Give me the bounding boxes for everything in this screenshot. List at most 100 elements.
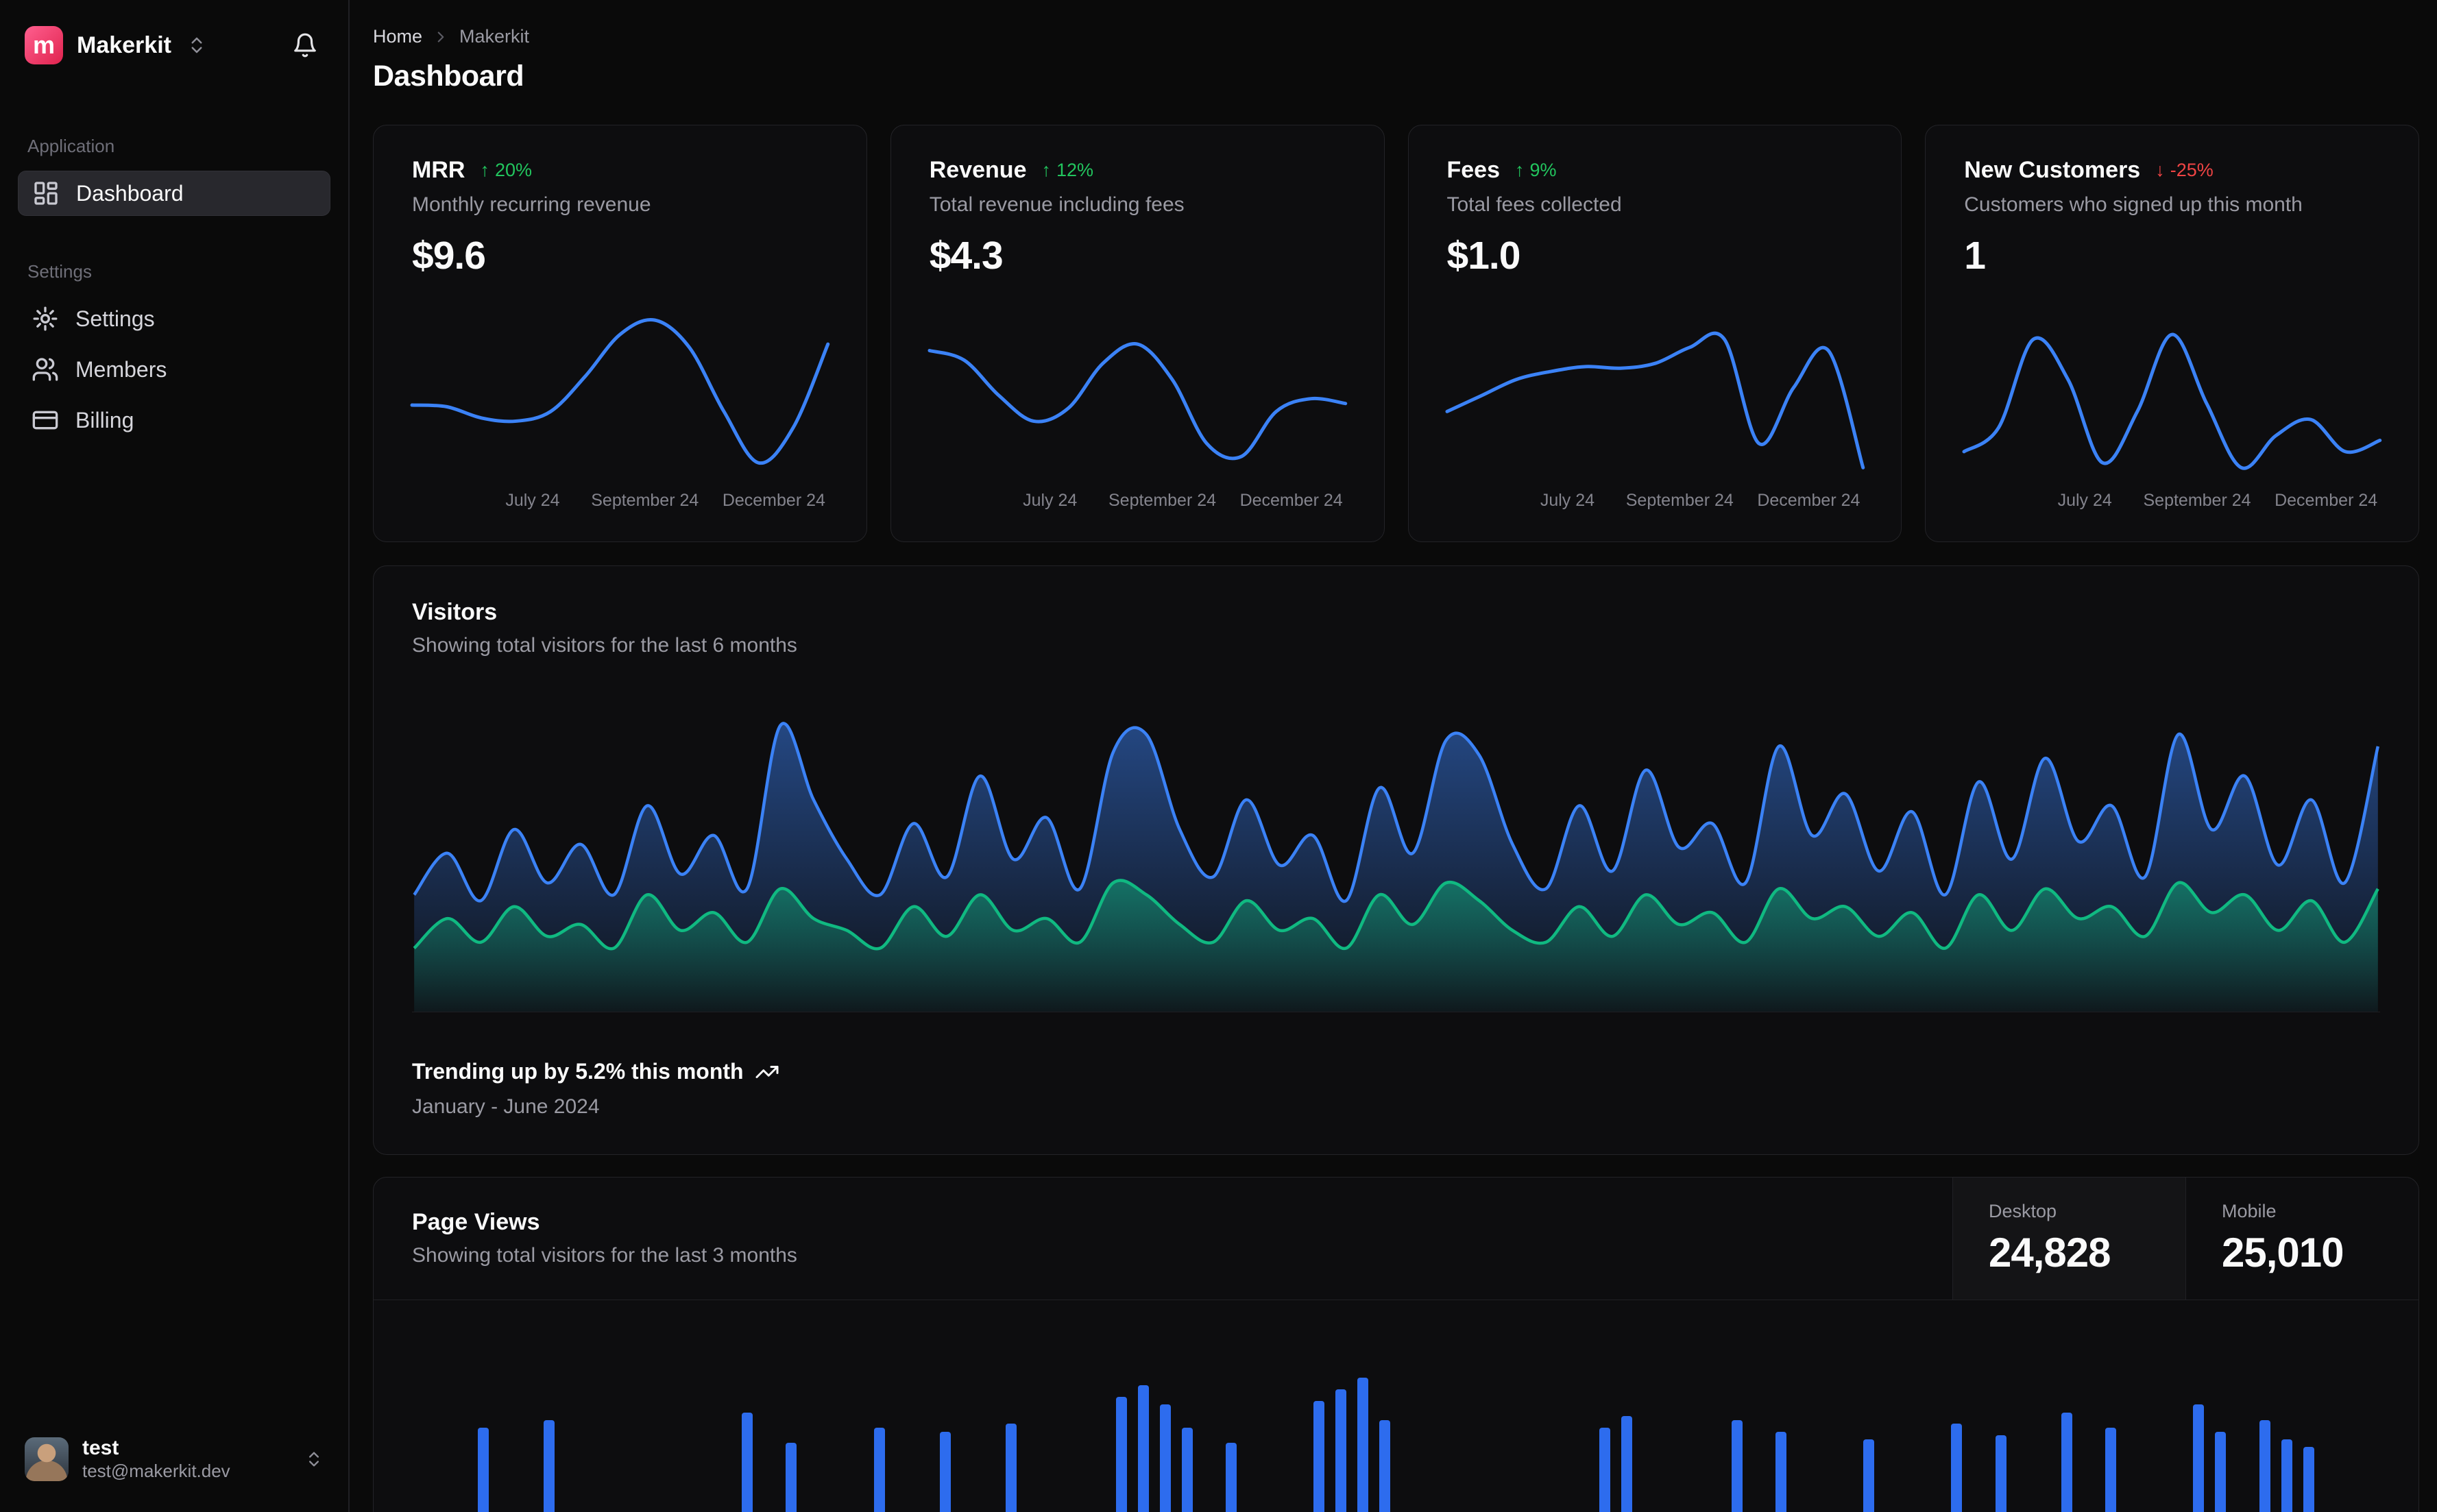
trend-up-icon: ↑: [480, 160, 489, 180]
visitors-footer: Trending up by 5.2% this month January -…: [412, 1059, 2380, 1119]
stat-card-mrr: MRR ↑ 20% Monthly recurring revenue $9.6…: [373, 125, 867, 542]
bar: [1379, 1419, 1391, 1512]
stat-value: $9.6: [412, 234, 486, 278]
sidebar-item-label: Settings: [75, 306, 155, 331]
sidebar-item-dashboard[interactable]: Dashboard: [18, 171, 330, 216]
trend-up-icon: ↑: [1041, 160, 1051, 180]
axis-tick: July 24: [505, 491, 560, 510]
breadcrumb-home-link[interactable]: Home: [373, 26, 422, 47]
main-content: Home Makerkit Dashboard MRR ↑ 20% Monthl…: [350, 0, 2437, 1512]
chevrons-up-down-icon: [186, 35, 207, 56]
trend-value: 12%: [1056, 160, 1094, 180]
workspace-selector[interactable]: m Makerkit: [18, 21, 330, 70]
bar: [1006, 1424, 1017, 1512]
stat-subtitle: Monthly recurring revenue: [412, 193, 651, 216]
bar: [2105, 1428, 2117, 1512]
axis-tick: July 24: [1540, 491, 1595, 510]
bar: [2281, 1439, 2292, 1512]
page-views-subtitle: Showing total visitors for the last 3 mo…: [412, 1244, 797, 1267]
stat-title: New Customers: [1964, 157, 2141, 183]
bar: [1335, 1389, 1347, 1512]
bar: [1225, 1443, 1237, 1512]
stat-title: Revenue: [929, 157, 1027, 183]
trend-badge: ↓ -25%: [2155, 160, 2214, 181]
trend-value: -25%: [2170, 160, 2214, 180]
sidebar-item-label: Dashboard: [76, 180, 184, 206]
sidebar-item-label: Members: [75, 356, 167, 382]
breadcrumb: Home Makerkit: [373, 26, 2419, 47]
axis-tick: July 24: [2057, 491, 2112, 510]
bar: [1951, 1424, 1963, 1512]
trend-badge: ↑ 12%: [1041, 160, 1093, 181]
bar: [1181, 1428, 1193, 1512]
spark-axis-labels: July 24 September 24 December 24: [412, 491, 828, 515]
bar: [1159, 1404, 1171, 1512]
user-menu[interactable]: test test@makerkit.dev: [18, 1431, 330, 1487]
mrr-sparkline-chart: [410, 317, 830, 465]
page-views-toggle-desktop[interactable]: Desktop 24,828: [1952, 1178, 2185, 1300]
user-email: test@makerkit.dev: [82, 1460, 230, 1481]
sidebar-item-label: Billing: [75, 407, 134, 432]
axis-tick: December 24: [2275, 491, 2378, 510]
sidebar-item-settings[interactable]: Settings: [18, 296, 330, 341]
page-views-card: Page Views Showing total visitors for th…: [373, 1177, 2419, 1512]
sidebar-section-settings: Settings: [27, 261, 92, 282]
bar: [478, 1428, 489, 1512]
makerkit-logo: m: [25, 26, 63, 64]
axis-tick: December 24: [1239, 491, 1343, 510]
new-customers-sparkline-chart: [1962, 332, 2382, 470]
toggle-value: 24,828: [1989, 1230, 2111, 1276]
avatar: [25, 1437, 69, 1482]
bar: [873, 1428, 885, 1512]
bar: [1621, 1416, 1633, 1512]
stat-subtitle: Total fees collected: [1446, 193, 1622, 216]
trending-up-icon: [755, 1060, 779, 1084]
axis-tick: September 24: [1625, 491, 1734, 510]
bar: [1115, 1397, 1127, 1512]
bar: [939, 1431, 951, 1512]
sidebar-section-application: Application: [27, 136, 115, 156]
stat-value: $1.0: [1446, 234, 1521, 278]
toggle-label: Mobile: [2222, 1201, 2277, 1221]
chevrons-up-down-icon: [304, 1450, 324, 1469]
user-info: test test@makerkit.dev: [82, 1437, 230, 1482]
trend-badge: ↑ 20%: [480, 160, 532, 181]
page-views-header: Page Views Showing total visitors for th…: [374, 1178, 2418, 1300]
users-icon: [32, 356, 59, 383]
stat-card-revenue: Revenue ↑ 12% Total revenue including fe…: [890, 125, 1385, 542]
trend-value: 9%: [1529, 160, 1557, 180]
stat-card-new-customers: New Customers ↓ -25% Customers who signe…: [1925, 125, 2419, 542]
revenue-sparkline-chart: [927, 342, 1347, 461]
fees-sparkline-chart: [1445, 331, 1865, 470]
bar: [2061, 1412, 2072, 1512]
axis-tick: September 24: [2143, 491, 2251, 510]
spark-axis-labels: July 24 September 24 December 24: [1964, 491, 2380, 515]
page-views-title: Page Views: [412, 1209, 540, 1235]
notifications-bell-icon[interactable]: [287, 27, 324, 64]
bar: [1863, 1439, 1875, 1512]
bar: [1137, 1385, 1149, 1512]
stat-subtitle: Total revenue including fees: [929, 193, 1185, 216]
visitors-subtitle: Showing total visitors for the last 6 mo…: [412, 634, 797, 657]
toggle-value: 25,010: [2222, 1230, 2344, 1276]
trend-up-icon: ↑: [1515, 160, 1525, 180]
stat-value: $4.3: [929, 234, 1004, 278]
bar: [544, 1419, 555, 1512]
sidebar-item-billing[interactable]: Billing: [18, 398, 330, 443]
stat-subtitle: Customers who signed up this month: [1964, 193, 2303, 216]
axis-tick: July 24: [1023, 491, 1078, 510]
axis-tick: September 24: [591, 491, 699, 510]
gear-icon: [32, 305, 59, 332]
page-title: Dashboard: [373, 60, 524, 93]
bar: [742, 1412, 753, 1512]
credit-card-icon: [32, 406, 59, 434]
bar: [786, 1443, 797, 1512]
page-views-toggle-mobile[interactable]: Mobile 25,010: [2185, 1178, 2418, 1300]
spark-axis-labels: July 24 September 24 December 24: [1447, 491, 1863, 515]
bar: [2215, 1431, 2227, 1512]
toggle-label: Desktop: [1989, 1201, 2057, 1221]
sidebar-item-members[interactable]: Members: [18, 347, 330, 392]
visitors-title: Visitors: [412, 599, 498, 625]
bar: [1995, 1435, 2006, 1512]
breadcrumb-current: Makerkit: [459, 26, 530, 47]
